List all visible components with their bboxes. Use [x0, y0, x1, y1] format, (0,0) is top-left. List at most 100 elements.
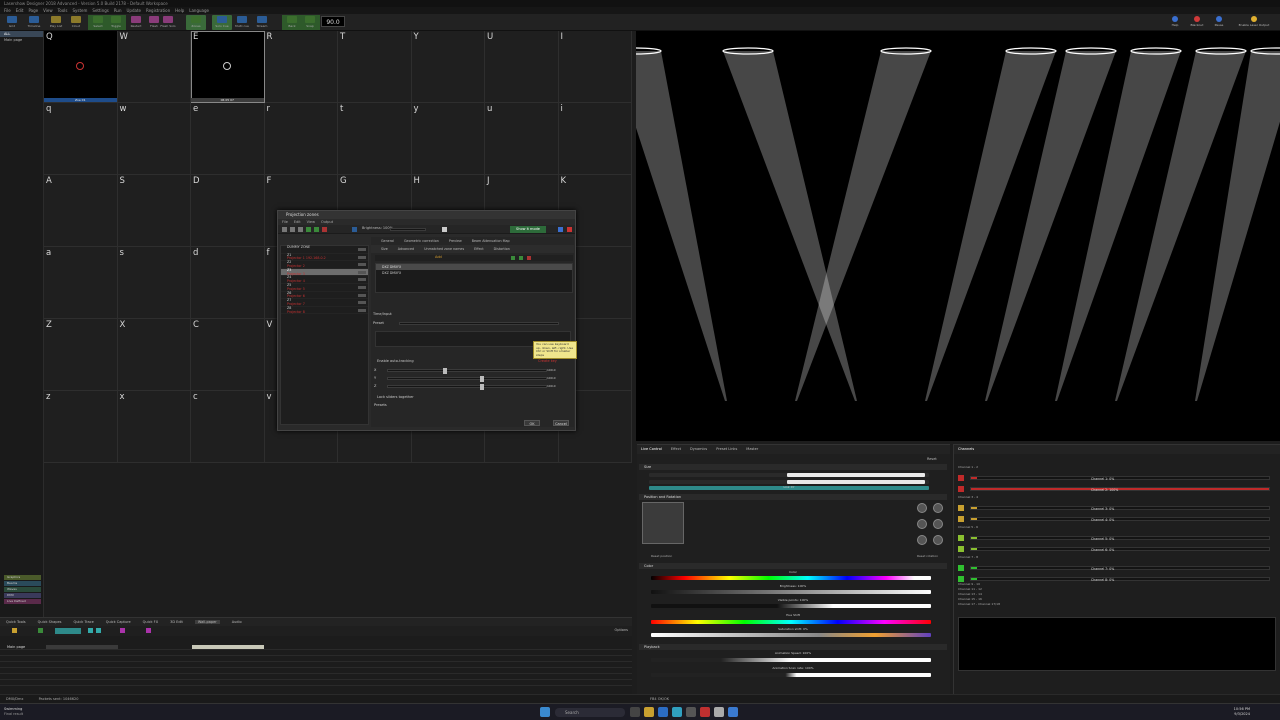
- cue-cell[interactable]: s: [117, 247, 191, 319]
- channel-group-header[interactable]: Channel 1 - 2: [958, 465, 1276, 470]
- cue-cell[interactable]: A: [44, 175, 118, 247]
- timeline-options[interactable]: Options: [614, 628, 628, 632]
- timeline-tab[interactable]: Audio: [232, 620, 242, 624]
- cue-cell[interactable]: R: [264, 31, 338, 103]
- menu-item-file[interactable]: File: [4, 8, 11, 13]
- open-icon[interactable]: [290, 227, 295, 232]
- play-icon[interactable]: [88, 628, 93, 633]
- remove-icon[interactable]: [527, 256, 531, 260]
- position-pad[interactable]: [642, 502, 684, 544]
- channel-slider[interactable]: Channel 6: 0%: [970, 547, 1270, 552]
- cue-cell[interactable]: d: [191, 247, 265, 319]
- store-icon[interactable]: [728, 707, 738, 717]
- dialog-menu-item[interactable]: File: [282, 220, 288, 224]
- timeline-tab[interactable]: Wall-paper: [194, 620, 220, 624]
- toolbar-button-toggle[interactable]: Toggle: [106, 15, 126, 30]
- channel-slider[interactable]: Channel 7: 0%: [970, 566, 1270, 571]
- cue-cell[interactable]: t: [338, 103, 412, 175]
- toolbar-button-timeline[interactable]: Timeline: [24, 15, 44, 30]
- zone-list-item[interactable]: Z7 Projector 7: [281, 298, 368, 307]
- effect-row[interactable]: DXZ DMXFX: [376, 270, 572, 276]
- toolbar-button-blackout[interactable]: Blackout: [1190, 16, 1204, 29]
- weather-widget[interactable]: Swimming Final result: [4, 707, 23, 717]
- markers-icon[interactable]: [120, 628, 125, 633]
- x-slider[interactable]: [387, 368, 547, 374]
- channel-slider[interactable]: Channel 1: 0%: [970, 476, 1270, 481]
- cue-cell[interactable]: r: [264, 103, 338, 175]
- save-icon[interactable]: [298, 227, 303, 232]
- color-slider[interactable]: [651, 576, 931, 580]
- anim-speed-slider[interactable]: [651, 658, 931, 662]
- reset-button[interactable]: Reset: [927, 457, 937, 461]
- channel-slider[interactable]: Channel 2: 100%: [970, 487, 1270, 492]
- channels-tab[interactable]: Channels: [958, 447, 974, 451]
- create-key-button[interactable]: Create key: [538, 359, 557, 363]
- toolbar-button-snap[interactable]: Snap: [300, 15, 320, 30]
- live-tab[interactable]: Master: [746, 447, 758, 451]
- lock-sliders-checkbox[interactable]: Lock sliders together: [377, 395, 414, 399]
- zone-subtab[interactable]: Distortion: [494, 247, 510, 251]
- cue-cell[interactable]: u: [485, 103, 559, 175]
- zone-list-item[interactable]: Z2 Projector 2: [281, 260, 368, 269]
- live-tab[interactable]: Effect: [671, 447, 681, 451]
- cue-cell[interactable]: x: [117, 391, 191, 463]
- zone-list-item[interactable]: Z6 Projector 6: [281, 291, 368, 300]
- enable-auto-checkbox[interactable]: Enable auto-tracking: [377, 359, 414, 363]
- timeline-tab[interactable]: Quick Tools: [6, 620, 26, 624]
- dialog-menu-item[interactable]: Output: [321, 220, 333, 224]
- sidebar-filter-live-defined[interactable]: Live Defined: [4, 599, 41, 604]
- cue-cell[interactable]: Z: [44, 319, 118, 391]
- toolbar-button-play-list[interactable]: Play List: [46, 15, 66, 30]
- toolbar-button-cloud[interactable]: Cloud: [66, 15, 86, 30]
- skip-icon[interactable]: [96, 628, 101, 633]
- cue-cell[interactable]: T: [338, 31, 412, 103]
- menu-item-help[interactable]: Help: [175, 8, 184, 13]
- sidebar-item[interactable]: Main page: [0, 37, 43, 43]
- cue-cell[interactable]: Y: [411, 31, 485, 103]
- toolbar-button-pause[interactable]: Pause: [1212, 16, 1226, 29]
- add-effect-button[interactable]: Add: [435, 255, 442, 259]
- channel-row[interactable]: Channel 5: 0%: [958, 535, 1276, 541]
- cue-cell[interactable]: S: [117, 175, 191, 247]
- cue-cell[interactable]: e: [191, 103, 265, 175]
- brightness-slider[interactable]: [651, 590, 931, 594]
- menu-item-settings[interactable]: Settings: [92, 8, 108, 13]
- zone-list-item[interactable]: Z5 Projector 5: [281, 283, 368, 292]
- channel-slider[interactable]: Channel 3: 0%: [970, 506, 1270, 511]
- position-section[interactable]: Position and Rotation: [639, 494, 947, 500]
- cue-cell[interactable]: D: [191, 175, 265, 247]
- cue-cell[interactable]: z: [44, 391, 118, 463]
- help-icon[interactable]: [558, 227, 563, 232]
- cue-cell[interactable]: W: [117, 31, 191, 103]
- browser-icon[interactable]: [714, 707, 724, 717]
- cue-cell[interactable]: a: [44, 247, 118, 319]
- mail-icon[interactable]: [658, 707, 668, 717]
- zone-list-item[interactable]: Z8 Projector 8: [281, 306, 368, 315]
- channel-group-header[interactable]: Channel 7 - 8: [958, 555, 1276, 560]
- brightness-slider[interactable]: [390, 228, 426, 231]
- color-section[interactable]: Color: [639, 563, 947, 569]
- menu-item-page[interactable]: Page: [28, 8, 38, 13]
- toolbar-button-stream[interactable]: Stream: [252, 15, 272, 30]
- timeline-tab[interactable]: Quick Shapes: [38, 620, 62, 624]
- y-value[interactable]: 100.0: [547, 376, 556, 380]
- timeline-row[interactable]: [0, 680, 632, 686]
- channel-row[interactable]: Channel 8: 0%: [958, 576, 1276, 582]
- rotate-y2-knob[interactable]: [933, 519, 943, 529]
- toolbar-button-help[interactable]: Help: [1168, 16, 1182, 29]
- channel-group-header[interactable]: Channel 17 - Channel 17/18: [958, 602, 1276, 607]
- menu-item-edit[interactable]: Edit: [16, 8, 24, 13]
- cue-cell[interactable]: c: [191, 391, 265, 463]
- live-tab[interactable]: Dynamics: [690, 447, 707, 451]
- toolbar-button-restart[interactable]: Restart: [126, 15, 146, 30]
- menu-item-system[interactable]: System: [73, 8, 88, 13]
- show-mode-button[interactable]: Show it mode: [510, 226, 546, 233]
- rotate-z-knob[interactable]: [917, 535, 927, 545]
- scissors-icon[interactable]: [38, 628, 43, 633]
- zone-subtab[interactable]: Effect: [474, 247, 484, 251]
- cue-cell[interactable]: q: [44, 103, 118, 175]
- hue-shift-slider[interactable]: [651, 620, 931, 624]
- cue-cell[interactable]: Q Zoe 01: [44, 31, 118, 103]
- timeline-clip[interactable]: [192, 645, 264, 649]
- rotate-x2-knob[interactable]: [933, 503, 943, 513]
